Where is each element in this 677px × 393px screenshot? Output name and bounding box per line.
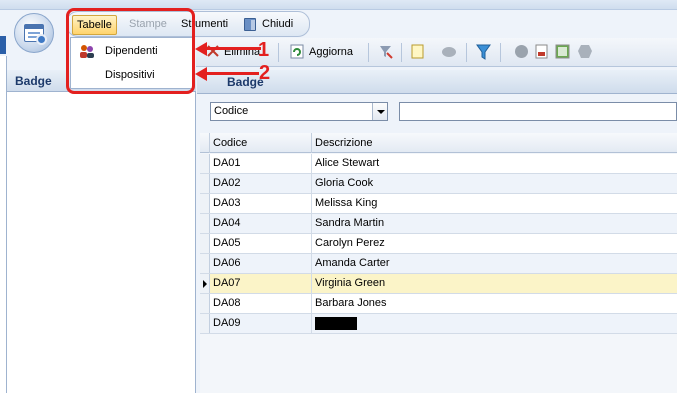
table-row[interactable]: DA06 Amanda Carter [200,254,677,274]
funnel-icon[interactable] [476,44,491,61]
grid-header: Codice Descrizione [200,133,677,153]
aggiorna-button[interactable]: Aggiorna [309,45,353,59]
cell-descrizione[interactable]: Alice Stewart [312,154,677,173]
filter-bar: Codice [197,95,677,130]
cell-codice[interactable]: DA04 [210,214,312,233]
cell-codice[interactable]: DA07 [210,274,312,293]
column-header-codice[interactable]: Codice [210,133,312,153]
cell-descrizione[interactable] [312,314,677,333]
badge-grid: Codice Descrizione DA01 Alice Stewart DA… [200,133,677,393]
application-menu-button[interactable] [14,13,54,53]
annotation-highlight-box [66,8,195,94]
sheet-icon[interactable] [555,44,570,61]
row-selector[interactable] [200,194,210,213]
toolbar-separator [500,43,501,62]
cell-descrizione[interactable]: Amanda Carter [312,254,677,273]
row-selector[interactable] [200,254,210,273]
annotation-number-1: 1 [258,39,270,61]
redacted-block [315,316,357,330]
column-header-descrizione[interactable]: Descrizione [312,133,677,153]
cell-codice[interactable]: DA03 [210,194,312,213]
refresh-icon [290,44,304,59]
cell-codice[interactable]: DA01 [210,154,312,173]
current-row-indicator[interactable] [200,274,210,293]
toolbar-separator [278,43,279,62]
left-accent-stripe [0,36,6,54]
left-edge-panel [0,56,7,393]
row-selector[interactable] [200,294,210,313]
table-row[interactable]: DA08 Barbara Jones [200,294,677,314]
cell-codice[interactable]: DA09 [210,314,312,333]
left-panel: Badge [7,70,196,393]
filter-field-value: Codice [214,105,249,117]
table-row[interactable]: DA05 Carolyn Perez [200,234,677,254]
filter-field-select[interactable]: Codice [210,102,388,121]
toolbar-separator [368,43,369,62]
row-selector-header [200,133,210,153]
row-selector[interactable] [200,154,210,173]
annotation-number-2: 2 [259,62,271,84]
table-row[interactable]: DA04 Sandra Martin [200,214,677,234]
cell-descrizione[interactable]: Barbara Jones [312,294,677,313]
table-row-current[interactable]: DA07 Virginia Green [200,274,677,294]
cell-codice[interactable]: DA02 [210,174,312,193]
table-row[interactable]: DA02 Gloria Cook [200,174,677,194]
cell-descrizione[interactable]: Gloria Cook [312,174,677,193]
clock-icon[interactable] [514,44,529,61]
annotation-arrow-1-line [205,47,261,50]
filter-clear-icon[interactable] [378,44,393,61]
row-selector[interactable] [200,174,210,193]
toolbar-separator [401,43,402,62]
cell-codice[interactable]: DA05 [210,234,312,253]
row-selector[interactable] [200,214,210,233]
menu-chiudi[interactable]: Chiudi [258,15,297,35]
toolbar-separator [466,43,467,62]
pdf-icon[interactable] [535,44,548,61]
door-icon [244,18,256,31]
row-selector[interactable] [200,234,210,253]
chevron-down-icon[interactable] [372,103,387,120]
table-row[interactable]: DA01 Alice Stewart [200,154,677,174]
cell-codice[interactable]: DA06 [210,254,312,273]
cell-codice[interactable]: DA08 [210,294,312,313]
gear-icon [36,34,47,45]
cell-descrizione[interactable]: Virginia Green [312,274,677,293]
table-row[interactable]: DA09 [200,314,677,334]
row-selector[interactable] [200,314,210,333]
cell-descrizione[interactable]: Sandra Martin [312,214,677,233]
cell-descrizione[interactable]: Melissa King [312,194,677,213]
disabled-tool-icon[interactable] [577,44,593,61]
new-document-icon[interactable] [411,44,424,61]
filter-text-input[interactable] [399,102,677,121]
disabled-tool-icon[interactable] [441,44,457,61]
annotation-arrow-2-line [205,72,259,75]
cell-descrizione[interactable]: Carolyn Perez [312,234,677,253]
table-row[interactable]: DA03 Melissa King [200,194,677,214]
